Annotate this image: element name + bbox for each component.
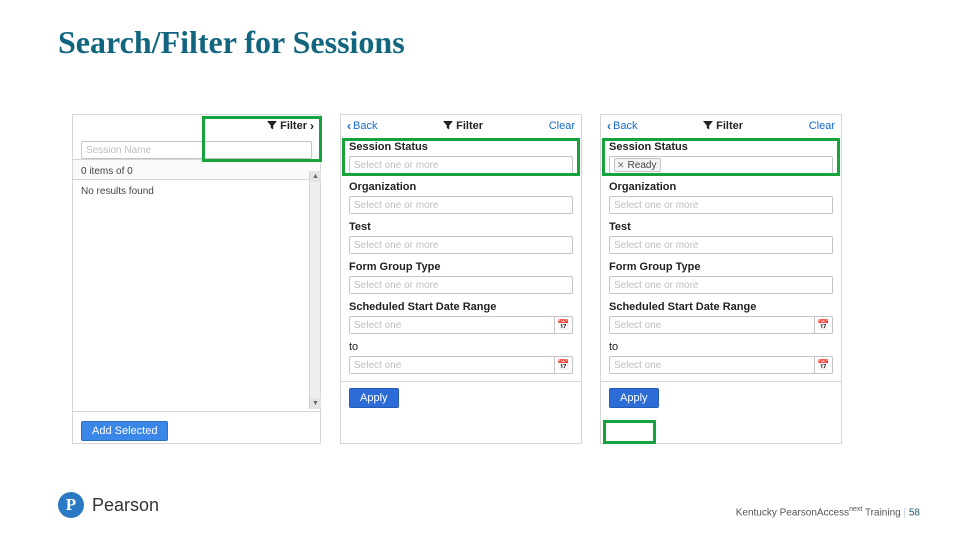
multi-placeholder: Select one or more <box>354 280 439 291</box>
calendar-icon[interactable]: 📅 <box>814 356 832 374</box>
chevron-left-icon: ‹ <box>607 119 611 133</box>
form-group-type-select[interactable]: Select one or more <box>609 276 833 294</box>
clear-link[interactable]: Clear <box>809 120 835 132</box>
multi-placeholder: Select one or more <box>354 240 439 251</box>
scroll-down-icon[interactable]: ▼ <box>310 398 321 409</box>
no-results-label: No results found <box>73 180 320 199</box>
test-select[interactable]: Select one or more <box>349 236 573 254</box>
multi-placeholder: Select one or more <box>614 240 699 251</box>
session-status-select[interactable]: Select one or more <box>349 156 573 174</box>
test-select[interactable]: Select one or more <box>609 236 833 254</box>
clear-link[interactable]: Clear <box>549 120 575 132</box>
calendar-icon[interactable]: 📅 <box>554 316 572 334</box>
label-test: Test <box>341 217 581 233</box>
session-status-select[interactable]: ✕ Ready <box>609 156 833 174</box>
status-chip-ready[interactable]: ✕ Ready <box>614 158 661 172</box>
start-date-input[interactable]: Select one 📅 <box>349 316 573 334</box>
back-link-label: Back <box>353 120 377 132</box>
back-link[interactable]: ‹Back <box>607 119 637 133</box>
organization-select[interactable]: Select one or more <box>609 196 833 214</box>
form-group-type-select[interactable]: Select one or more <box>349 276 573 294</box>
calendar-icon[interactable]: 📅 <box>814 316 832 334</box>
end-date-input[interactable]: Select one 📅 <box>609 356 833 374</box>
label-to: to <box>341 337 581 353</box>
slide-title: Search/Filter for Sessions <box>58 24 405 61</box>
calendar-icon[interactable]: 📅 <box>554 356 572 374</box>
panel-title: Filter <box>377 120 548 132</box>
single-placeholder: Select one <box>354 320 401 331</box>
results-count: 0 items of 0 <box>73 159 320 180</box>
label-scheduled-range: Scheduled Start Date Range <box>341 297 581 313</box>
label-organization: Organization <box>601 177 841 193</box>
label-test: Test <box>601 217 841 233</box>
single-placeholder: Select one <box>354 360 401 371</box>
page-number: 58 <box>909 507 920 518</box>
single-placeholder: Select one <box>614 360 661 371</box>
apply-button[interactable]: Apply <box>609 388 659 408</box>
brand: P Pearson <box>58 492 159 518</box>
single-placeholder: Select one <box>614 320 661 331</box>
chevron-left-icon: ‹ <box>347 119 351 133</box>
chip-remove-icon[interactable]: ✕ <box>617 160 625 171</box>
organization-select[interactable]: Select one or more <box>349 196 573 214</box>
start-date-input[interactable]: Select one 📅 <box>609 316 833 334</box>
brand-name: Pearson <box>92 495 159 516</box>
end-date-input[interactable]: Select one 📅 <box>349 356 573 374</box>
label-to: to <box>601 337 841 353</box>
search-input-placeholder: Session Name <box>86 145 151 156</box>
brand-logo-icon: P <box>58 492 84 518</box>
multi-placeholder: Select one or more <box>614 200 699 211</box>
session-name-input[interactable]: Session Name <box>81 141 312 159</box>
filter-toggle-label: Filter <box>280 120 307 132</box>
scroll-up-icon[interactable]: ▲ <box>310 171 321 182</box>
slide-footer: P Pearson Kentucky PearsonAccessnext Tra… <box>58 492 920 518</box>
add-selected-button[interactable]: Add Selected <box>81 421 168 441</box>
label-scheduled-range: Scheduled Start Date Range <box>601 297 841 313</box>
panel-title: Filter <box>637 120 808 132</box>
filter-icon <box>267 121 277 131</box>
results-scrollbar[interactable]: ▲ ▼ <box>309 171 320 409</box>
footer-suffix: Training <box>862 507 903 518</box>
filter-toggle[interactable]: Filter › <box>267 119 314 133</box>
panel-filter-empty: ‹Back Filter Clear Session Status Select… <box>340 114 582 444</box>
label-organization: Organization <box>341 177 581 193</box>
label-session-status: Session Status <box>601 137 841 153</box>
apply-button[interactable]: Apply <box>349 388 399 408</box>
chevron-right-icon: › <box>310 119 314 133</box>
filter-icon <box>703 121 713 131</box>
chip-label: Ready <box>628 160 657 171</box>
label-session-status: Session Status <box>341 137 581 153</box>
back-link-label: Back <box>613 120 637 132</box>
panel-session-list: Filter › Session Name 0 items of 0 No re… <box>72 114 321 444</box>
filter-icon <box>443 121 453 131</box>
label-form-group-type: Form Group Type <box>601 257 841 273</box>
footer-prefix: Kentucky PearsonAccess <box>736 507 849 518</box>
back-link[interactable]: ‹Back <box>347 119 377 133</box>
panel-filter-with-status: ‹Back Filter Clear Session Status ✕ Read… <box>600 114 842 444</box>
footer-right-text: Kentucky PearsonAccessnext Training | 58 <box>736 506 920 518</box>
multi-placeholder: Select one or more <box>614 280 699 291</box>
multi-placeholder: Select one or more <box>354 160 439 171</box>
multi-placeholder: Select one or more <box>354 200 439 211</box>
label-form-group-type: Form Group Type <box>341 257 581 273</box>
